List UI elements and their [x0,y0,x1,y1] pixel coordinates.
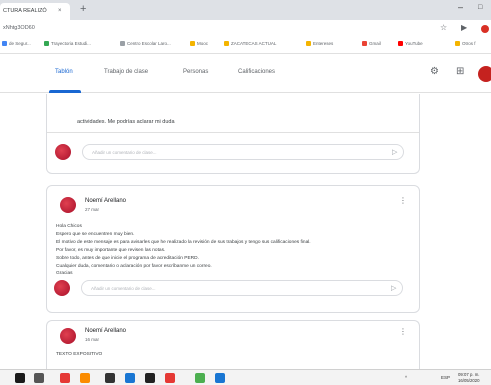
tray-expand-icon[interactable]: ^ [405,375,407,380]
clock-date: 16/05/2020 [458,377,480,383]
post-line: Sobre todo, antes de que inicie el progr… [56,255,199,261]
stream-post-previous: actividades. Me podrías aclarar mi duda … [46,94,420,174]
bookmark-icon [2,41,7,46]
clock-time: 09:07 p. m. [458,372,480,377]
start-icon[interactable] [15,373,25,383]
apps-grid-icon[interactable]: ⊞ [456,66,464,77]
bookmark-item[interactable]: Centro Escolar Laro... [120,41,171,46]
avatar [55,144,71,160]
classroom-nav: Tablón Trabajo de clase Personas Calific… [0,55,491,93]
comment-input[interactable]: Añadir un comentario de clase... [82,144,404,160]
language-indicator[interactable]: ESP [441,375,450,380]
bookmark-item[interactable]: YouTube [398,41,423,46]
bookmark-icon [398,41,403,46]
bookmark-icon [224,41,229,46]
tab-close-icon[interactable]: × [58,8,62,14]
browser-tab-title: CTURA REALIZÓ [3,8,47,14]
bookmark-icon [362,41,367,46]
clock[interactable]: 09:07 p. m. 16/05/2020 [458,372,480,383]
more-options-icon[interactable]: ⋮ [399,196,407,205]
post-date: 27 mar [85,207,100,212]
send-icon[interactable]: ▷ [391,284,396,292]
tab-stream[interactable]: Tablón [55,69,73,75]
avatar [60,197,76,213]
browser-tabstrip: CTURA REALIZÓ × + – □ [0,0,491,20]
extension-icon[interactable]: ▶ [461,23,467,32]
minimize-button[interactable]: – [458,2,463,12]
tab-people[interactable]: Personas [183,69,208,75]
bookmark-star-icon[interactable]: ☆ [440,23,447,32]
post-author: Noemí Arellano [85,198,127,204]
bookmark-icon [455,41,460,46]
avatar [60,328,76,344]
post-line: Hola Chicos [56,224,82,229]
bookmark-icon [44,41,49,46]
mail-icon[interactable] [125,373,135,383]
browser-tab[interactable]: CTURA REALIZÓ × [0,3,70,20]
profile-icon[interactable] [481,25,489,33]
tab-classwork[interactable]: Trabajo de clase [104,69,148,75]
stream-post-next: Noemí Arellano 16 mar ⋮ TEXTO EXPOSITIVO [46,320,420,370]
bookmark-icon [190,41,195,46]
store-icon[interactable] [105,373,115,383]
bookmark-icon [306,41,311,46]
bookmark-icon [120,41,125,46]
post-line: Espero que se encuentren muy bien. [56,231,135,237]
bookmark-item[interactable]: Mooc [190,41,208,46]
new-tab-button[interactable]: + [80,3,86,15]
app-orange-icon[interactable] [80,373,90,383]
post-date: 16 mar [85,337,100,342]
comment-input[interactable]: Añadir un comentario de clase... [81,280,403,296]
post-author: Noemí Arellano [85,328,127,334]
divider [47,132,419,133]
account-avatar[interactable] [478,66,491,82]
post-line: El motivo de este mensaje es para avisar… [56,239,311,245]
bookmarks-bar: de Segur... Trayectoria Estudi... Centro… [0,38,491,54]
bookmark-item[interactable]: Gmail [362,41,381,46]
avatar [54,280,70,296]
app-dark-icon[interactable] [145,373,155,383]
maximize-button[interactable]: □ [478,4,482,11]
post-line: Por favor, es muy importante que revisen… [56,247,166,253]
send-icon[interactable]: ▷ [392,148,397,156]
taskbar: ^ ESP 09:07 p. m. 16/05/2020 [0,369,491,385]
active-tab-indicator [49,90,81,93]
edge-icon[interactable] [215,373,225,383]
bookmark-item[interactable]: ZACATECAS ACTUAL [224,41,276,46]
task-view-icon[interactable] [34,373,44,383]
bookmark-item[interactable]: Trayectoria Estudi... [44,41,91,46]
post-line: Gracias [56,271,73,277]
url-field[interactable]: xNhtg3OD60 [3,25,35,31]
bookmark-item[interactable]: de Segur... [2,41,31,46]
app-red-icon[interactable] [60,373,70,383]
more-options-icon[interactable]: ⋮ [399,327,407,336]
settings-gear-icon[interactable]: ⚙ [430,66,439,77]
bookmark-item[interactable]: Entereses [306,41,333,46]
address-bar: xNhtg3OD60 ☆ ▶ [0,20,491,38]
post-body: Hola Chicos Espero que se encuentren muy… [56,223,416,278]
bookmark-item[interactable]: Otros f [455,41,476,46]
chrome-icon[interactable] [195,373,205,383]
tab-grades[interactable]: Calificaciones [238,69,275,75]
post-line: Cualquier duda, comentario o aclaración … [56,263,212,269]
post-title: TEXTO EXPOSITIVO [56,352,103,357]
post-text: actividades. Me podrías aclarar mi duda [77,119,175,125]
office-icon[interactable] [165,373,175,383]
